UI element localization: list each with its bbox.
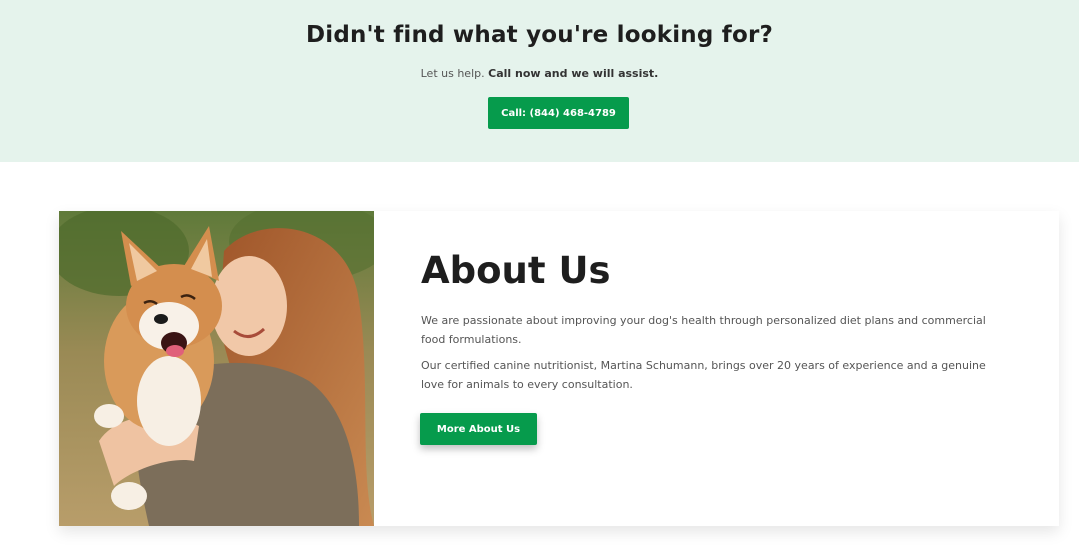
cta-subtext-bold: Call now and we will assist. <box>488 67 659 80</box>
cta-heading: Didn't find what you're looking for? <box>305 22 774 48</box>
cta-banner: Didn't find what you're looking for? Let… <box>0 0 1079 162</box>
call-button[interactable]: Call: (844) 468-4789 <box>488 97 629 129</box>
about-photo <box>59 211 374 526</box>
cta-subtext: Let us help. Call now and we will assist… <box>0 67 1079 80</box>
about-paragraph-2: Our certified canine nutritionist, Marti… <box>421 359 986 391</box>
about-title: About Us <box>421 249 611 292</box>
cta-subtext-plain: Let us help. <box>420 67 485 80</box>
about-paragraph-1: We are passionate about improving your d… <box>421 314 986 346</box>
about-card: About Us We are passionate about improvi… <box>59 211 1059 526</box>
more-about-us-button[interactable]: More About Us <box>420 413 537 445</box>
